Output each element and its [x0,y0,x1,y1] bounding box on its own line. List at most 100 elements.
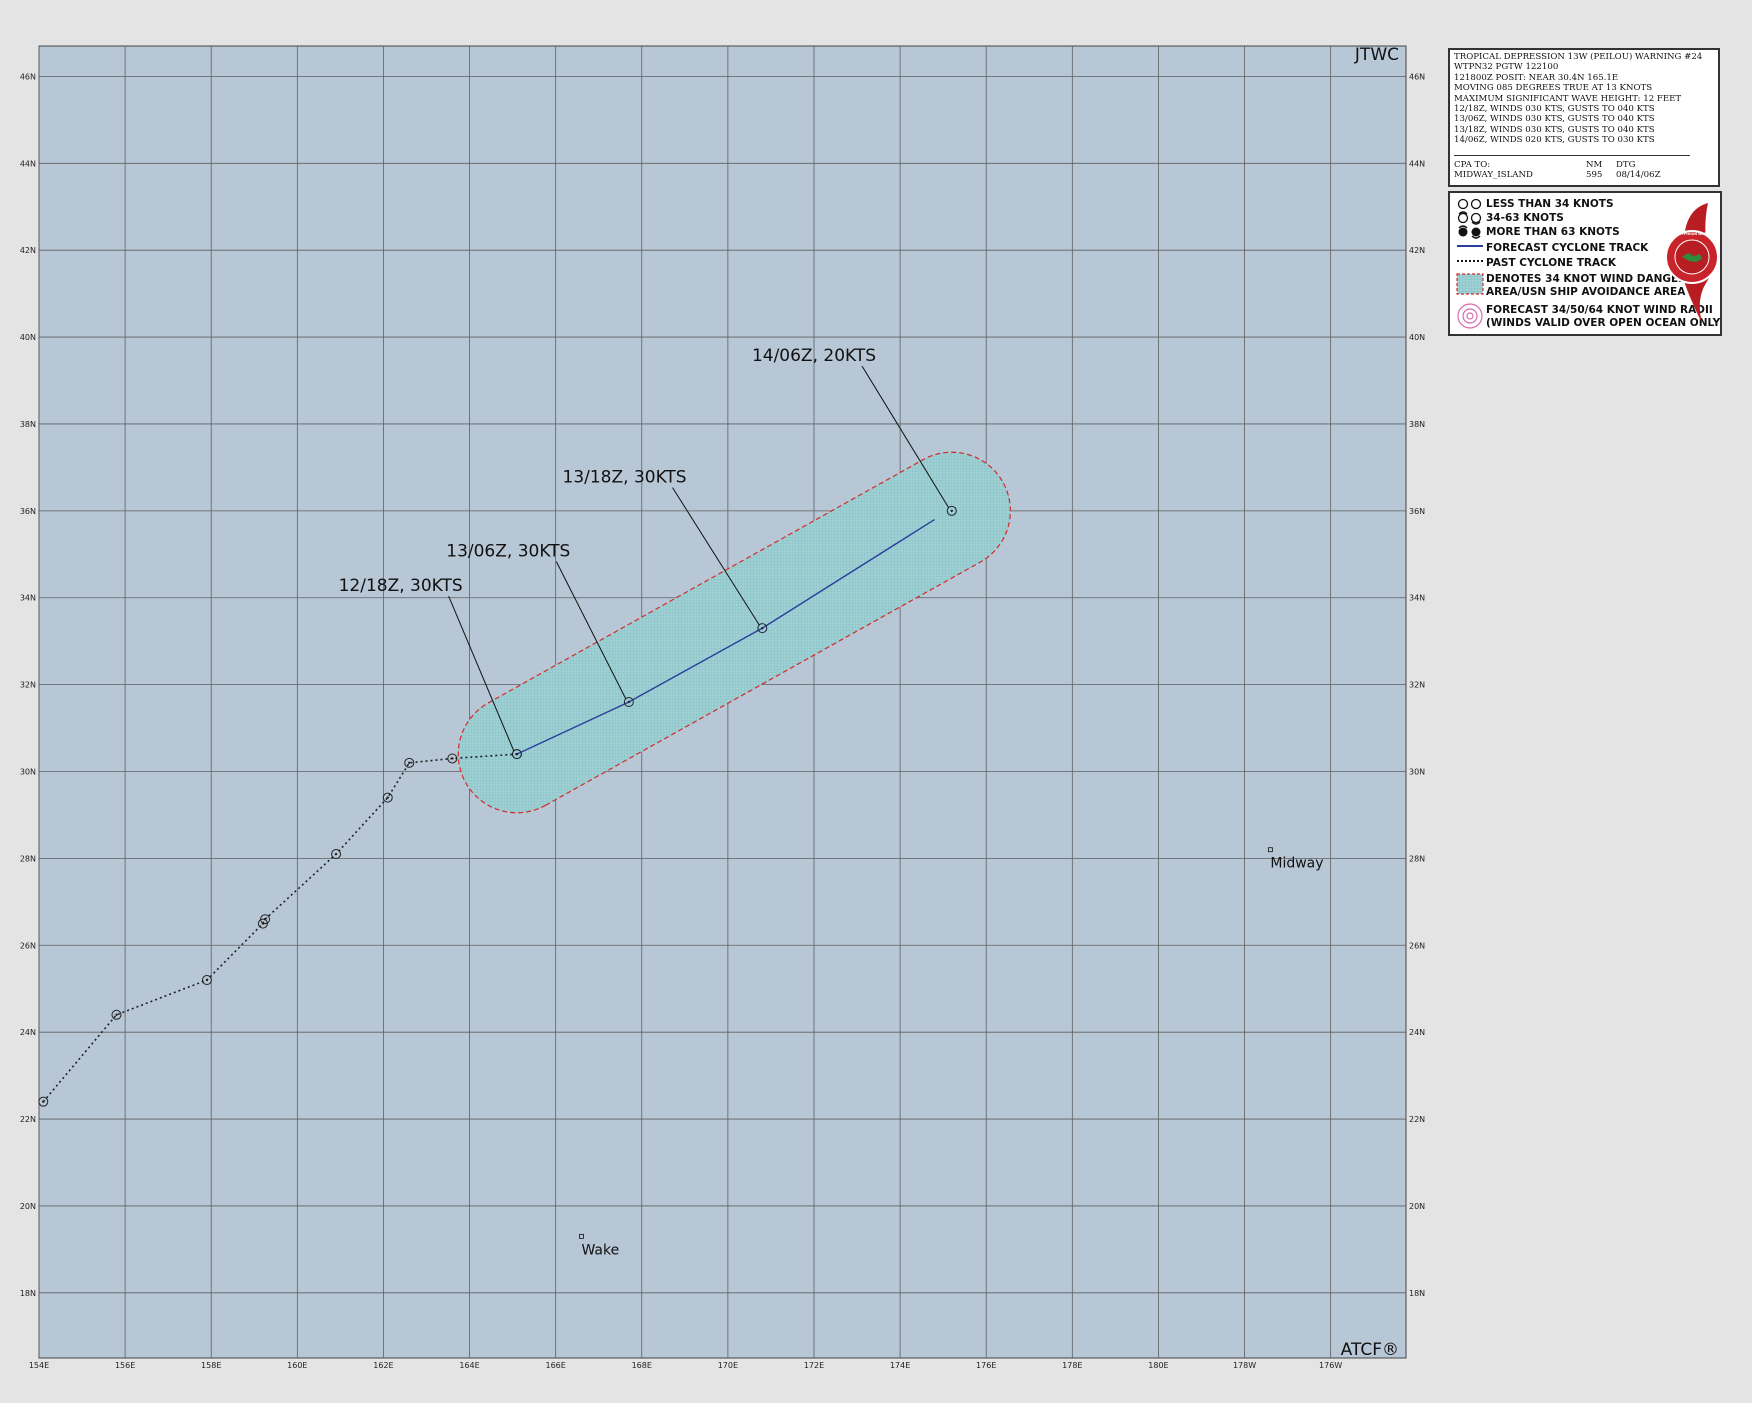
legend-forecast-track: FORECAST CYCLONE TRACK [1486,242,1649,254]
atcf-corner-label: ATCF® [1341,1340,1399,1360]
latitude-label-right: 18N [1409,1289,1425,1298]
forecast-time-label: 13/06Z, 30KTS [446,541,570,561]
latitude-label-right: 20N [1409,1202,1425,1211]
latitude-label-left: 26N [20,941,36,950]
info-line: MOVING 085 DEGREES TRUE AT 13 KNOTS [1454,83,1653,94]
cpa-row: MIDWAY_ISLAND 595 08/14/06Z [1454,170,1714,180]
info-line: 12/18Z, WINDS 030 KTS, GUSTS TO 040 KTS [1454,104,1655,115]
info-line: 121800Z POSIT: NEAR 30.4N 165.1E [1454,72,1619,83]
latitude-label-left: 20N [20,1202,36,1211]
longitude-label: 168E [632,1361,652,1370]
legend-more-than-63: MORE THAN 63 KNOTS [1486,226,1620,238]
less-than-34kt-icon [1457,198,1482,210]
latitude-label-right: 42N [1409,246,1425,255]
info-line: 14/06Z, WINDS 020 KTS, GUSTS TO 030 KTS [1454,135,1655,146]
latitude-label-right: 46N [1409,72,1425,81]
info-line: 13/06Z, WINDS 030 KTS, GUSTS TO 040 KTS [1454,114,1655,125]
latitude-label-left: 38N [20,420,36,429]
latitude-label-left: 42N [20,246,36,255]
longitude-label: 174E [890,1361,910,1370]
latitude-label-left: 28N [20,854,36,863]
svg-text:JOINT TYPHOON WARNING: JOINT TYPHOON WARNING [1667,232,1716,236]
forecast-position-dot [950,509,953,513]
forecast-position-dot [627,700,631,704]
latitude-label-left: 34N [20,594,36,603]
cpa-header: CPA TO: NM DTG [1454,160,1714,170]
latitude-label-right: 22N [1409,1115,1425,1124]
past-position-dot [386,796,389,799]
legend-past-track: PAST CYCLONE TRACK [1486,257,1616,269]
longitude-label: 172E [804,1361,824,1370]
info-line: MAXIMUM SIGNIFICANT WAVE HEIGHT: 12 FEET [1454,93,1682,104]
past-position-dot [205,978,209,982]
longitude-label: 176W [1319,1361,1342,1370]
longitude-label: 178W [1233,1361,1256,1370]
forecast-position-dot [515,752,519,756]
cpa-distance: 595 [1586,170,1603,181]
longitude-label: 180E [1148,1361,1168,1370]
forecast-time-label: 13/18Z, 30KTS [563,468,687,488]
longitude-label: 162E [373,1361,393,1370]
jtwc-corner-label: JTWC [1354,45,1399,65]
latitude-label-left: 46N [20,72,36,81]
longitude-label: 154E [29,1361,49,1370]
cpa-location: MIDWAY_ISLAND [1454,170,1533,181]
info-line: 13/18Z, WINDS 030 KTS, GUSTS TO 040 KTS [1454,124,1655,135]
past-position-dot [115,1013,118,1016]
longitude-label: 166E [545,1361,565,1370]
latitude-label-right: 34N [1409,594,1425,603]
legend-less-than-34: LESS THAN 34 KNOTS [1486,198,1614,210]
longitude-label: 176E [976,1361,996,1370]
longitude-label: 158E [201,1361,221,1370]
latitude-label-right: 30N [1409,768,1425,777]
forecast-time-label: 14/06Z, 20KTS [752,346,876,366]
longitude-label: 156E [115,1361,135,1370]
past-position-dot [408,761,411,765]
jtwc-seal-logo: JOINT TYPHOON WARNING [1665,203,1719,323]
info-line: WTPN32 PGTW 122100 [1454,62,1559,73]
warning-info-box: TROPICAL DEPRESSION 13W (PEILOU) WARNING… [1448,48,1720,187]
past-position-dot [263,918,267,921]
forecast-time-label: 12/18Z, 30KTS [339,576,463,596]
past-track-icon [1457,260,1483,262]
latitude-label-left: 44N [20,159,36,168]
past-position-dot [42,1100,45,1103]
more-than-63kt-icon [1458,225,1481,239]
latitude-label-left: 36N [20,507,36,516]
latitude-label-left: 24N [20,1028,36,1037]
past-position-dot [451,757,454,760]
danger-area-icon [1456,273,1484,295]
latitude-label-right: 44N [1409,159,1425,168]
latitude-label-right: 36N [1409,507,1425,516]
info-separator [1454,154,1690,156]
latitude-label-left: 18N [20,1289,36,1298]
latitude-label-left: 40N [20,333,36,342]
longitude-label: 178E [1062,1361,1082,1370]
wind-radii-icon [1457,303,1483,329]
place-label: Wake [581,1242,619,1258]
cpa-header-nm: NM [1586,159,1603,170]
cpa-header-to: CPA TO: [1454,159,1491,170]
legend-box: LESS THAN 34 KNOTS 34-63 KNOTS MORE THAN… [1448,191,1722,336]
place-label: Midway [1270,856,1323,872]
longitude-label: 170E [718,1361,738,1370]
legend-34-63: 34-63 KNOTS [1486,212,1564,224]
34-63kt-icon [1457,211,1482,225]
past-position-dot [334,852,338,856]
latitude-label-right: 24N [1409,1028,1425,1037]
cpa-dtg: 08/14/06Z [1616,170,1661,181]
latitude-label-right: 32N [1409,681,1425,690]
info-line: TROPICAL DEPRESSION 13W (PEILOU) WARNING… [1454,52,1703,62]
forecast-position-dot [761,626,764,630]
latitude-label-right: 38N [1409,420,1425,429]
latitude-label-right: 28N [1409,854,1425,863]
forecast-track-icon [1457,245,1483,247]
longitude-label: 164E [459,1361,479,1370]
longitude-label: 160E [287,1361,307,1370]
latitude-label-left: 32N [20,681,36,690]
cpa-header-dtg: DTG [1616,159,1636,170]
latitude-label-left: 30N [20,768,36,777]
latitude-label-left: 22N [20,1115,36,1124]
latitude-label-right: 40N [1409,333,1425,342]
latitude-label-right: 26N [1409,941,1425,950]
